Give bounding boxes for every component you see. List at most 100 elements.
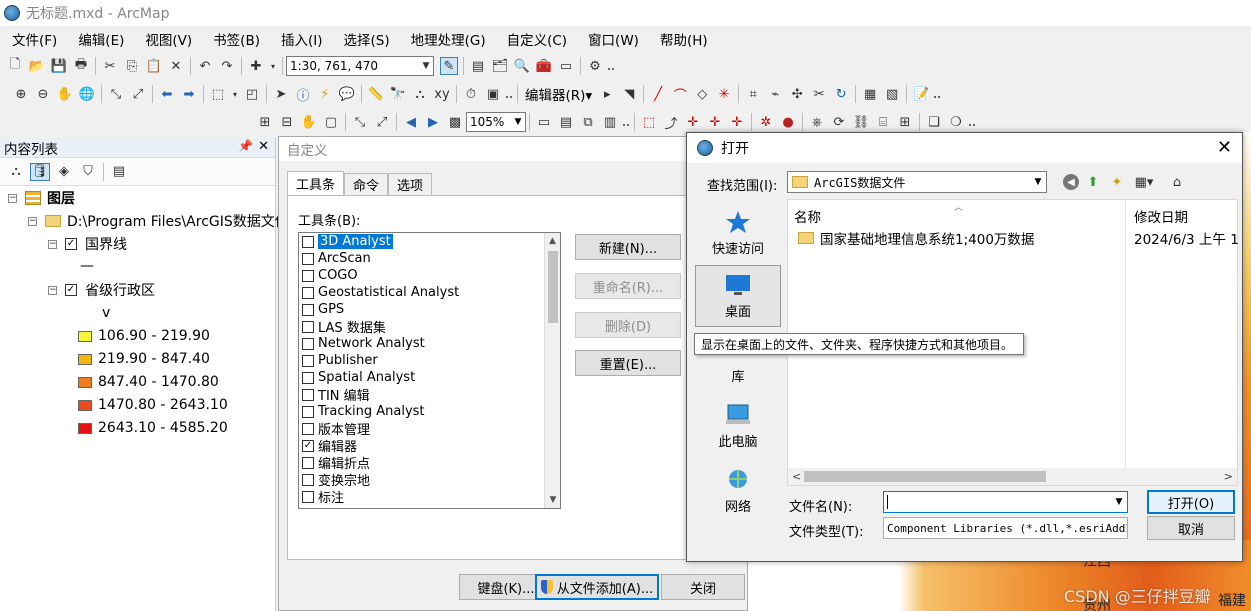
chevron-down-icon[interactable]: ▼: [511, 117, 525, 127]
toggle-draft-mode-icon[interactable]: ▭: [535, 113, 553, 131]
list-item[interactable]: 标注: [299, 488, 560, 506]
collapse-icon[interactable]: −: [48, 239, 57, 249]
pan-icon[interactable]: ✋: [56, 85, 74, 103]
toolbar-checkbox[interactable]: ✓: [302, 439, 314, 452]
column-header-modified[interactable]: 修改日期: [1134, 206, 1188, 226]
point-icon[interactable]: ✳: [715, 85, 733, 103]
select-elements-icon[interactable]: ➤: [272, 85, 290, 103]
html-popup-icon[interactable]: 💬: [338, 85, 356, 103]
find-icon[interactable]: 🔭: [389, 85, 407, 103]
list-item[interactable]: Geostatistical Analyst: [299, 284, 560, 301]
clear-selection-icon[interactable]: ◰: [243, 85, 261, 103]
add-from-file-button[interactable]: 从文件添加(A)...: [535, 574, 659, 600]
topology-icon[interactable]: ⎈: [808, 113, 826, 131]
tree-layer-boundary[interactable]: − ✓ 国界线: [48, 234, 127, 254]
list-by-visibility-icon[interactable]: ◈: [54, 163, 74, 181]
find-route-icon[interactable]: ⛬: [411, 85, 429, 103]
tree-root[interactable]: − 图层: [8, 188, 75, 208]
class-row[interactable]: 847.40 - 1470.80: [78, 372, 219, 392]
identify-icon[interactable]: ⓘ: [294, 85, 312, 104]
file-type-combobox[interactable]: Component Libraries (*.dll,*.esriAddI ▼: [883, 517, 1128, 539]
print-icon[interactable]: 🖶: [72, 57, 90, 75]
close-button[interactable]: 关闭: [661, 574, 745, 600]
list-by-selection-icon[interactable]: ⛉: [78, 163, 98, 181]
menu-bookmarks[interactable]: 书签(B): [201, 29, 269, 49]
menu-file[interactable]: 文件(F): [0, 29, 66, 49]
toolbar-checkbox[interactable]: [302, 337, 314, 350]
new-toolbar-button[interactable]: 新建(N)...: [575, 234, 681, 260]
fixed-zoom-in-layout-icon[interactable]: ⤡: [351, 113, 369, 131]
go-to-xy-icon[interactable]: xy: [433, 85, 451, 103]
edit-annotation-icon[interactable]: ◥: [620, 85, 638, 103]
scroll-left-icon[interactable]: <: [792, 470, 801, 483]
toolbar-checkbox[interactable]: [302, 473, 314, 486]
list-item[interactable]: 编辑折点: [299, 454, 560, 472]
editor-toolbar-icon[interactable]: ✎: [440, 57, 458, 75]
zoom-100-icon[interactable]: ▩: [446, 113, 464, 131]
list-item[interactable]: 3D Analyst: [299, 233, 560, 250]
link-table-icon[interactable]: ✛: [706, 113, 724, 131]
class-swatch[interactable]: [78, 399, 92, 411]
select-dropdown-icon[interactable]: ▾: [231, 85, 239, 103]
previous-extent-icon[interactable]: ◀: [402, 113, 420, 131]
menu-insert[interactable]: 插入(I): [269, 29, 332, 49]
rename-toolbar-button[interactable]: 重命名(R)...: [575, 273, 681, 299]
scrollbar-thumb[interactable]: [804, 471, 1046, 482]
sketch-properties-icon[interactable]: ▧: [883, 85, 901, 103]
toolbar-checkbox[interactable]: [302, 405, 314, 418]
georef-rotate-icon[interactable]: ⤴: [662, 113, 680, 132]
reshape-icon[interactable]: ⌁: [766, 85, 784, 103]
new-document-icon[interactable]: 🗋: [6, 57, 24, 75]
add-data-icon[interactable]: ✚: [247, 57, 265, 75]
globe-icon[interactable]: ●: [779, 113, 797, 131]
toolbar-checkbox[interactable]: [302, 303, 314, 316]
copy-icon[interactable]: ⎘: [123, 57, 141, 75]
toolbar-checkbox[interactable]: [302, 252, 314, 265]
look-in-combobox[interactable]: ArcGIS数据文件 ▼: [787, 171, 1047, 193]
refresh-icon[interactable]: ⟳: [830, 113, 848, 131]
group-icon[interactable]: ❏: [925, 113, 943, 131]
chevron-down-icon[interactable]: ▼: [419, 61, 433, 71]
menu-customize[interactable]: 自定义(C): [495, 29, 576, 49]
class-swatch[interactable]: [78, 353, 92, 365]
back-arrow-icon[interactable]: ⬅: [158, 85, 176, 103]
hyperlink-icon[interactable]: ⚡: [316, 85, 334, 103]
change-layout-icon[interactable]: ⧉: [579, 113, 597, 131]
fixed-zoom-out-layout-icon[interactable]: ⤢: [373, 113, 391, 131]
list-item[interactable]: ArcScan: [299, 250, 560, 267]
python-window-icon[interactable]: ▭: [557, 57, 575, 75]
layout-zoom-combobox[interactable]: 105% ▼: [466, 112, 526, 132]
measure-icon[interactable]: 📏: [367, 85, 385, 103]
search-window-icon[interactable]: 🔍: [513, 57, 531, 75]
cancel-button[interactable]: 取消: [1147, 516, 1235, 540]
toolbar-checkbox[interactable]: [302, 286, 314, 299]
toolbar-checkbox[interactable]: [302, 490, 314, 503]
toolbar-checkbox[interactable]: [302, 235, 314, 248]
create-features-icon[interactable]: 📝: [912, 85, 930, 103]
fixed-zoom-out-icon[interactable]: ⤢: [129, 85, 147, 103]
list-item[interactable]: Spatial Analyst: [299, 369, 560, 386]
tree-layer-province[interactable]: − ✓ 省级行政区: [48, 280, 155, 300]
cut-polygons-icon[interactable]: ✣: [788, 85, 806, 103]
home-icon[interactable]: ⌂: [1167, 173, 1187, 191]
back-icon[interactable]: ◀: [1063, 174, 1079, 190]
georef-select-icon[interactable]: ⬚: [640, 113, 658, 131]
focus-data-frame-icon[interactable]: ▤: [557, 113, 575, 131]
cut-icon[interactable]: ✂: [101, 57, 119, 75]
list-item[interactable]: LAS 数据集: [299, 318, 560, 336]
toolbar-checkbox[interactable]: [302, 388, 314, 401]
menu-geoprocessing[interactable]: 地理处理(G): [399, 29, 495, 49]
list-item[interactable]: GPS: [299, 301, 560, 318]
list-scrollbar[interactable]: ▲ ▼: [544, 233, 560, 508]
tab-commands[interactable]: 命令: [344, 173, 389, 195]
save-icon[interactable]: 💾: [50, 57, 68, 75]
catalog-icon[interactable]: 🗂: [491, 57, 509, 75]
network-icon[interactable]: ⛓: [852, 113, 870, 131]
column-divider[interactable]: [1125, 200, 1126, 470]
place-this-pc[interactable]: 此电脑: [695, 394, 781, 456]
toolbar-options-icon[interactable]: [608, 62, 614, 70]
toolbar-options-icon[interactable]: [934, 90, 941, 98]
pin-icon[interactable]: 📌: [238, 139, 253, 153]
toolbar-checkbox[interactable]: [302, 320, 314, 333]
toolbar-options-icon[interactable]: [506, 90, 512, 98]
